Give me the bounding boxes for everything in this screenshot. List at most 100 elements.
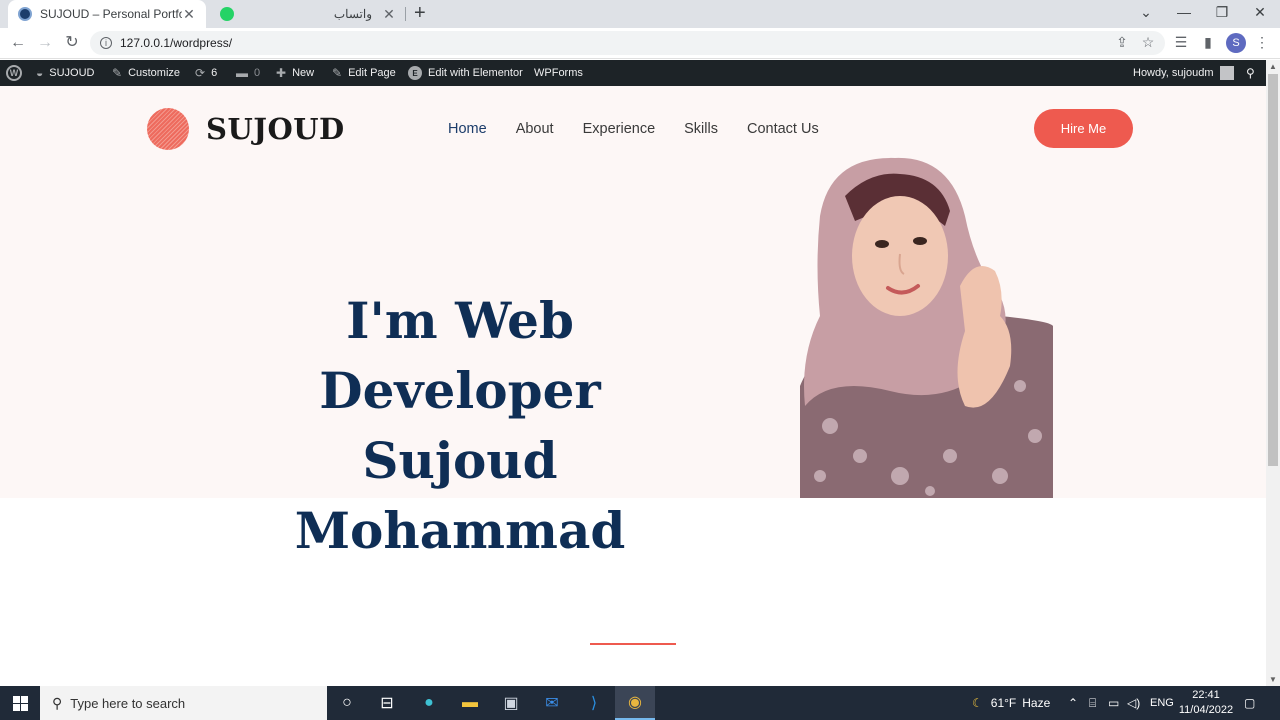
elementor-icon: E [408,66,422,80]
minimize-button[interactable]: — [1174,4,1194,20]
close-tab-icon[interactable]: ✕ [182,6,196,23]
scroll-down-icon[interactable]: ▼ [1266,675,1280,684]
search-icon: ⚲ [1246,66,1255,80]
reload-icon[interactable]: ↻ [63,34,81,52]
browser-toolbar: ← → ↻ i 127.0.0.1/wordpress/ ⇪ ☆ ☰ ▮ S ⋮ [0,28,1280,59]
reading-list-icon[interactable]: ☰ [1172,34,1190,51]
dashboard-icon: ◒ [36,66,44,80]
start-button[interactable] [0,686,40,720]
edge-browser-icon[interactable]: ● [409,686,449,720]
nav-home[interactable]: Home [448,121,487,137]
nav-experience[interactable]: Experience [583,121,656,137]
nav-about[interactable]: About [516,121,554,137]
vscode-icon[interactable]: ⟩ [574,686,614,720]
whatsapp-icon [220,7,234,21]
chrome-icon[interactable]: ◉ [615,686,655,720]
forward-icon[interactable]: → [36,34,54,52]
account-menu[interactable]: Howdy, sujoudm [1133,60,1234,86]
site-name-link[interactable]: ◒ SUJOUD [36,60,94,86]
file-explorer-icon[interactable]: ▬ [450,686,490,720]
edit-page-label: Edit Page [348,67,396,79]
browser-tab-strip: SUJOUD – Personal Portfolio Web ✕ واتساب… [0,0,1280,28]
volume-icon[interactable]: ◁) [1127,686,1140,720]
main-navigation: Home About Experience Skills Contact Us [448,121,819,137]
nav-skills[interactable]: Skills [684,121,718,137]
address-bar[interactable]: i 127.0.0.1/wordpress/ [90,31,1165,55]
scroll-up-icon[interactable]: ▲ [1266,62,1280,71]
hire-me-button[interactable]: Hire Me [1034,109,1133,148]
notifications-icon[interactable]: ▢ [1244,686,1255,720]
headline-line-2: Sujoud Mohammad [294,431,626,560]
search-icon: ⚲ [52,694,63,711]
scrollbar-thumb[interactable] [1268,74,1278,466]
customize-label: Customize [128,67,181,79]
site-name-label: SUJOUD [49,67,95,79]
wordpress-icon [18,7,32,21]
nav-contact-us[interactable]: Contact Us [747,121,819,137]
howdy-label: Howdy, sujoudm [1133,67,1214,79]
wp-admin-bar: W ◒ SUJOUD ✎ Customize ⟳ 6 ▬ 0 ✚ New ✎ E… [0,60,1280,86]
share-icon[interactable]: ⇪ [1113,34,1131,51]
taskbar-search[interactable]: ⚲ Type here to search [40,686,327,720]
language-indicator[interactable]: ENG [1150,686,1174,720]
task-view-icon[interactable]: ⊟ [367,686,407,720]
profile-portrait [800,157,1053,498]
wordpress-icon: W [6,65,22,81]
hero-section: SUJOUD Home About Experience Skills Cont… [0,86,1266,560]
admin-search-icon[interactable]: ⚲ [1246,60,1255,86]
restore-button[interactable]: ❐ [1212,4,1232,21]
pencil-icon: ✎ [332,66,343,80]
page-scrollbar[interactable]: ▲ ▼ [1266,60,1280,686]
comments-link[interactable]: ▬ 0 [236,60,260,86]
updates-count: 6 [211,67,218,79]
brush-icon: ✎ [112,66,123,80]
mail-icon[interactable]: ✉ [532,686,572,720]
clock-date: 11/04/2022 [1178,704,1234,716]
new-tab-button[interactable]: + [414,3,426,23]
weather-text: Haze [1022,696,1051,710]
tab-separator [405,7,406,21]
battery-icon[interactable]: ▭ [1108,686,1119,720]
windows-logo-icon [12,695,28,711]
side-panel-icon[interactable]: ▮ [1199,34,1217,51]
search-placeholder: Type here to search [70,695,186,711]
edit-elementor-link[interactable]: E Edit with Elementor [408,60,523,86]
tab-whatsapp[interactable]: واتساب ✕ [210,0,406,28]
weather-widget[interactable]: ☾ 61°F Haze [972,686,1050,720]
site-logo-text[interactable]: SUJOUD [206,112,345,146]
network-icon[interactable]: ⌸ [1089,686,1096,720]
bookmark-star-icon[interactable]: ☆ [1139,34,1157,51]
headline-line-1: I'm Web Developer [319,291,601,420]
cortana-icon[interactable]: ○ [327,686,367,720]
edit-elementor-label: Edit with Elementor [428,67,523,79]
edit-page-link[interactable]: ✎ Edit Page [332,60,396,86]
back-icon[interactable]: ← [9,34,27,52]
store-icon[interactable]: ▣ [491,686,531,720]
menu-kebab-icon[interactable]: ⋮ [1253,34,1271,51]
updates-link[interactable]: ⟳ 6 [195,60,217,86]
site-info-icon[interactable]: i [100,37,112,49]
taskbar-clock[interactable]: 22:41 11/04/2022 [1178,688,1234,718]
customize-link[interactable]: ✎ Customize [112,60,180,86]
profile-avatar[interactable]: S [1226,33,1246,53]
wpforms-label: WPForms [534,67,583,79]
new-content-link[interactable]: ✚ New [276,60,314,86]
site-logo-icon[interactable] [147,108,189,150]
comments-count: 0 [254,67,261,79]
show-hidden-icons[interactable]: ⌃ [1068,686,1078,720]
new-label: New [292,67,315,79]
hero-headline: I'm Web Developer Sujoud Mohammad [200,286,720,566]
wpforms-link[interactable]: WPForms [534,60,583,86]
comment-icon: ▬ [236,66,248,80]
tab-portfolio[interactable]: SUJOUD – Personal Portfolio Web ✕ [8,0,206,28]
page-viewport: SUJOUD Home About Experience Skills Cont… [0,86,1266,686]
url-text: 127.0.0.1/wordpress/ [120,36,233,50]
close-window-button[interactable]: ✕ [1250,4,1270,21]
tab-title: SUJOUD – Personal Portfolio Web [40,7,182,21]
close-tab-icon[interactable]: ✕ [382,6,396,23]
wp-logo-button[interactable]: W [6,60,22,86]
tab-search-icon[interactable]: ⌄ [1136,4,1156,21]
weather-temp: 61°F [990,696,1017,710]
weather-moon-icon: ☾ [972,696,983,710]
user-avatar [1219,66,1234,80]
